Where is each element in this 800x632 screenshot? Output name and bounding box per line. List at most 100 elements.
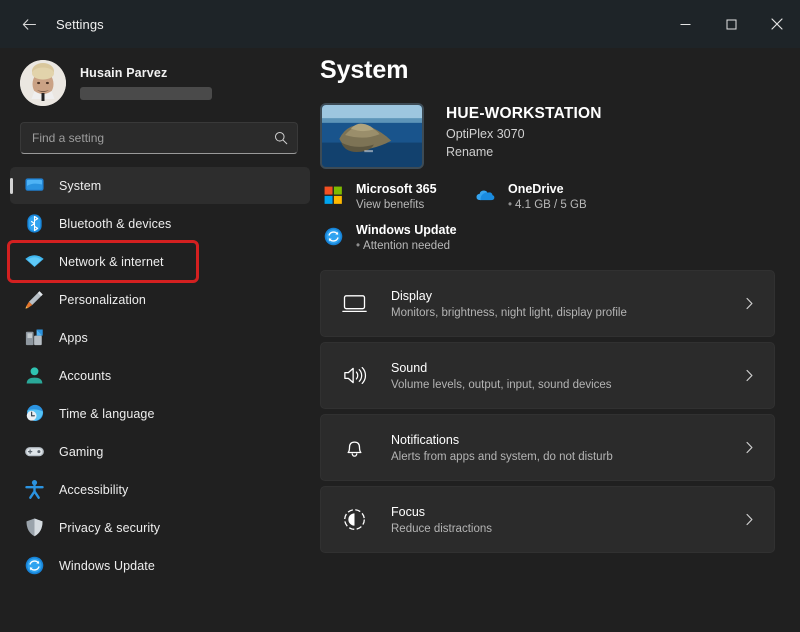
card-notifications[interactable]: Notifications Alerts from apps and syste… <box>320 414 775 481</box>
wifi-icon <box>22 250 46 274</box>
sidebar-item-label: Time & language <box>59 407 155 421</box>
card-text: Display Monitors, brightness, night ligh… <box>391 289 740 319</box>
service-sub: •4.1 GB / 5 GB <box>508 199 587 211</box>
sidebar-item-gaming[interactable]: Gaming <box>10 433 310 470</box>
microsoft-logo-icon <box>320 182 346 208</box>
device-model: OptiPlex 3070 <box>446 127 602 141</box>
maximize-icon <box>726 19 737 30</box>
island-wallpaper-thumbnail <box>320 103 424 169</box>
sidebar-item-windows-update[interactable]: Windows Update <box>10 547 310 584</box>
sidebar-item-accounts[interactable]: Accounts <box>10 357 310 394</box>
sidebar: Husain Parvez <box>0 48 320 632</box>
minimize-button[interactable] <box>662 0 708 48</box>
card-sub: Reduce distractions <box>391 523 740 535</box>
card-focus[interactable]: Focus Reduce distractions <box>320 486 775 553</box>
service-title: Microsoft 365 <box>356 182 437 196</box>
search-input[interactable] <box>32 131 265 145</box>
sidebar-item-label: System <box>59 179 101 193</box>
service-title: Windows Update <box>356 223 457 237</box>
shield-icon <box>22 516 46 540</box>
back-arrow-icon <box>21 16 38 33</box>
paintbrush-icon <box>22 288 46 312</box>
sidebar-item-label: Apps <box>59 331 88 345</box>
sidebar-item-label: Windows Update <box>59 559 155 573</box>
card-sound[interactable]: Sound Volume levels, output, input, soun… <box>320 342 775 409</box>
service-sub: View benefits <box>356 199 437 211</box>
page-title: System <box>320 48 775 103</box>
sidebar-nav: System Bluetooth & devices <box>0 164 320 584</box>
account-name: Husain Parvez <box>80 66 212 80</box>
rename-link[interactable]: Rename <box>446 145 493 159</box>
bell-icon <box>339 433 369 463</box>
services-row: Microsoft 365 View benefits OneDrive <box>320 182 775 270</box>
status-bullet: • <box>356 240 360 252</box>
card-sub: Volume levels, output, input, sound devi… <box>391 379 740 391</box>
service-sub-text: 4.1 GB / 5 GB <box>515 199 587 211</box>
sidebar-item-bluetooth-devices[interactable]: Bluetooth & devices <box>10 205 310 242</box>
sidebar-item-label: Personalization <box>59 293 146 307</box>
settings-cards: Display Monitors, brightness, night ligh… <box>320 270 775 553</box>
sidebar-item-label: Bluetooth & devices <box>59 217 171 231</box>
card-text: Notifications Alerts from apps and syste… <box>391 433 740 463</box>
sidebar-item-time-language[interactable]: Time & language <box>10 395 310 432</box>
sidebar-item-network-internet[interactable]: Network & internet <box>10 243 196 280</box>
account-text: Husain Parvez <box>80 66 212 100</box>
service-sub-text: Attention needed <box>363 240 450 252</box>
main-content: System <box>320 48 800 632</box>
card-display[interactable]: Display Monitors, brightness, night ligh… <box>320 270 775 337</box>
card-title: Sound <box>391 361 740 375</box>
card-title: Notifications <box>391 433 740 447</box>
card-sub: Monitors, brightness, night light, displ… <box>391 307 740 319</box>
apps-icon <box>22 326 46 350</box>
window-body: Husain Parvez <box>0 48 800 632</box>
sidebar-item-system[interactable]: System <box>10 167 310 204</box>
accessibility-icon <box>22 478 46 502</box>
chevron-right-icon[interactable] <box>740 297 758 310</box>
minimize-icon <box>680 19 691 30</box>
settings-window: Settings <box>0 0 800 632</box>
person-icon <box>22 364 46 388</box>
card-text: Focus Reduce distractions <box>391 505 740 535</box>
sidebar-item-label: Network & internet <box>59 255 164 269</box>
speaker-icon <box>339 361 369 391</box>
account-row[interactable]: Husain Parvez <box>0 48 320 120</box>
window-title: Settings <box>56 17 104 32</box>
bluetooth-icon <box>22 212 46 236</box>
card-title: Focus <box>391 505 740 519</box>
device-info: HUE-WORKSTATION OptiPlex 3070 Rename <box>446 103 602 161</box>
account-email-masked <box>80 87 212 100</box>
onedrive-cloud-icon <box>472 182 498 208</box>
search-wrap <box>0 120 320 164</box>
avatar-photo-icon <box>20 60 66 106</box>
card-text: Sound Volume levels, output, input, soun… <box>391 361 740 391</box>
chevron-right-icon[interactable] <box>740 369 758 382</box>
chevron-right-icon[interactable] <box>740 513 758 526</box>
card-title: Display <box>391 289 740 303</box>
sidebar-item-label: Gaming <box>59 445 103 459</box>
close-button[interactable] <box>754 0 800 48</box>
device-summary: HUE-WORKSTATION OptiPlex 3070 Rename <box>320 103 775 182</box>
service-microsoft-365[interactable]: Microsoft 365 View benefits <box>320 182 472 211</box>
sidebar-item-apps[interactable]: Apps <box>10 319 310 356</box>
service-title: OneDrive <box>508 182 587 196</box>
chevron-right-icon[interactable] <box>740 441 758 454</box>
monitor-icon <box>22 174 46 198</box>
windows-update-sync-icon <box>320 223 346 249</box>
clock-globe-icon <box>22 402 46 426</box>
sidebar-item-label: Privacy & security <box>59 521 160 535</box>
display-monitor-icon <box>339 289 369 319</box>
gamepad-icon <box>22 440 46 464</box>
device-name: HUE-WORKSTATION <box>446 105 602 123</box>
sidebar-item-accessibility[interactable]: Accessibility <box>10 471 310 508</box>
sidebar-item-personalization[interactable]: Personalization <box>10 281 310 318</box>
back-button[interactable] <box>12 8 46 40</box>
service-onedrive[interactable]: OneDrive •4.1 GB / 5 GB <box>472 182 624 211</box>
search-icon[interactable] <box>274 131 288 145</box>
close-icon <box>771 18 783 30</box>
service-windows-update[interactable]: Windows Update •Attention needed <box>320 223 775 252</box>
maximize-button[interactable] <box>708 0 754 48</box>
focus-moon-icon <box>339 505 369 535</box>
sidebar-item-label: Accessibility <box>59 483 128 497</box>
search-box[interactable] <box>20 122 298 154</box>
sidebar-item-privacy-security[interactable]: Privacy & security <box>10 509 310 546</box>
